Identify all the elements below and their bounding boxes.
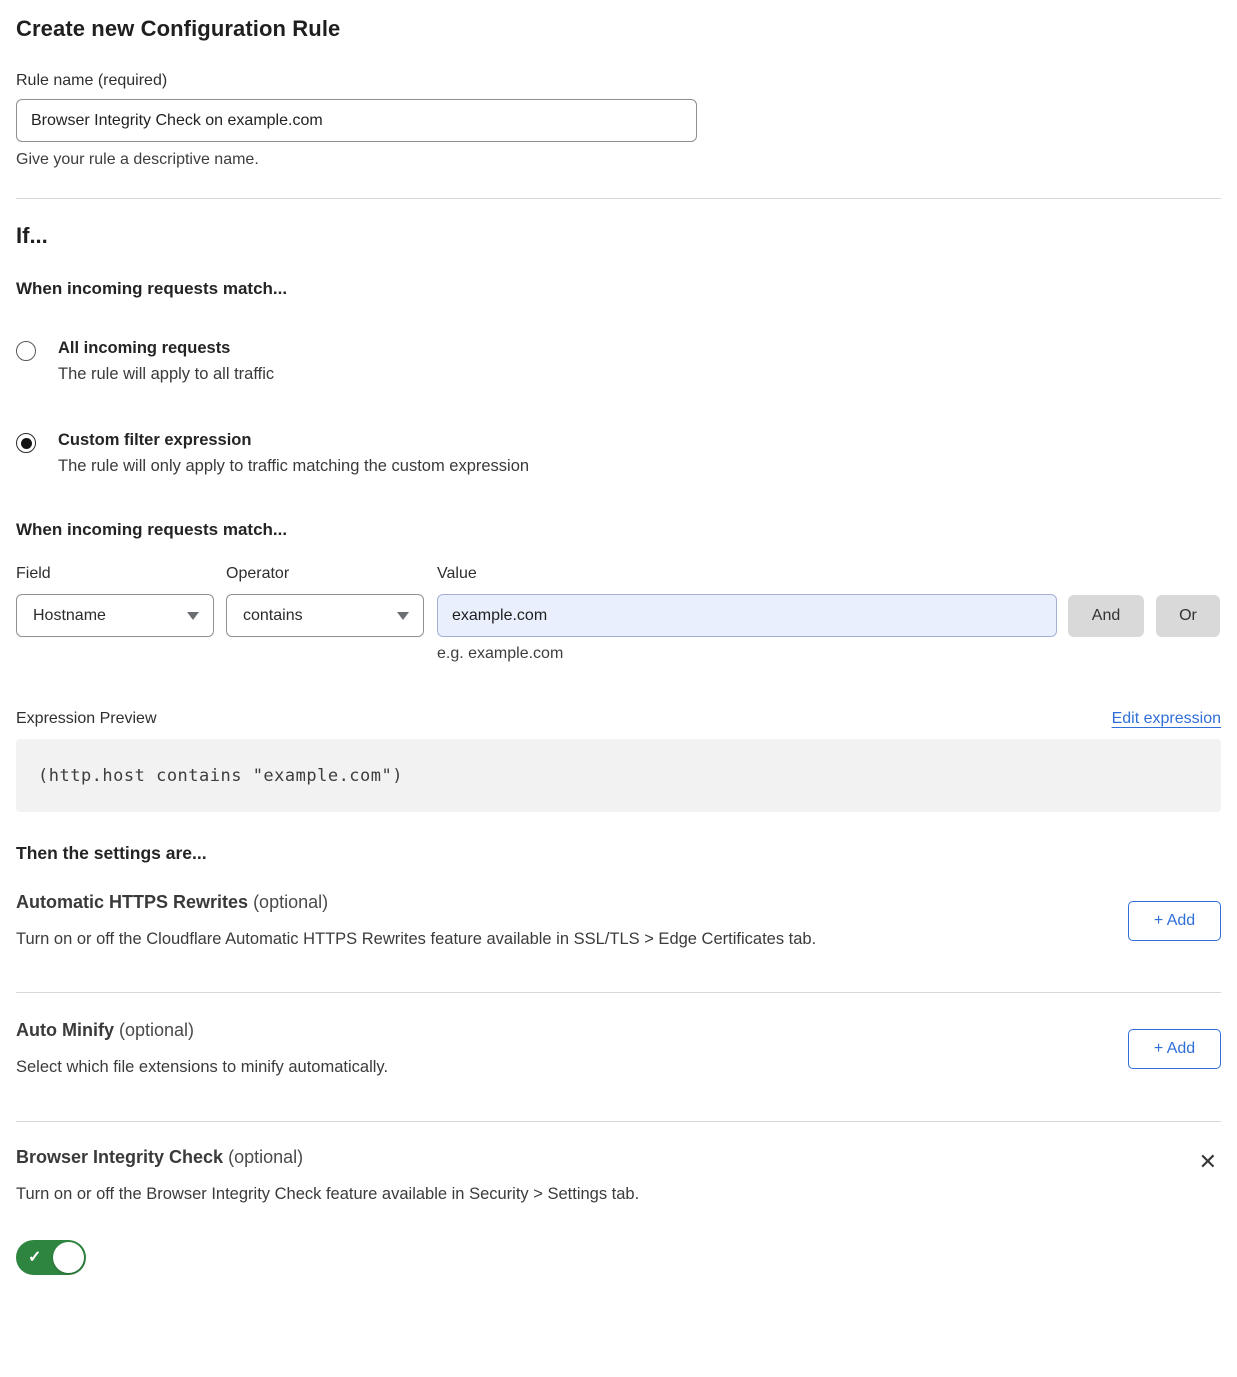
setting-title: Automatic HTTPS Rewrites (optional)	[16, 892, 816, 913]
operator-select[interactable]: contains	[226, 594, 424, 637]
expression-builder-row: Hostname contains And Or	[16, 594, 1221, 637]
radio-custom-filter-description: The rule will only apply to traffic matc…	[58, 457, 529, 476]
radio-option-all-requests[interactable]: All incoming requests The rule will appl…	[16, 339, 1221, 384]
radio-all-requests-icon[interactable]	[16, 341, 36, 361]
setting-description: Select which file extensions to minify a…	[16, 1058, 388, 1077]
and-button[interactable]: And	[1068, 595, 1144, 637]
radio-all-requests-description: The rule will apply to all traffic	[58, 365, 274, 384]
toggle-knob	[53, 1242, 84, 1273]
value-input[interactable]	[437, 594, 1057, 637]
rule-name-label: Rule name (required)	[16, 72, 1221, 90]
setting-automatic-https-rewrites: Automatic HTTPS Rewrites (optional) Turn…	[16, 892, 1221, 949]
value-helper-text: e.g. example.com	[437, 645, 1221, 663]
create-configuration-rule-page: Create new Configuration Rule Rule name …	[0, 0, 1237, 1377]
builder-heading: When incoming requests match...	[16, 520, 1221, 540]
operator-column-label: Operator	[226, 565, 437, 583]
expression-preview-box: (http.host contains "example.com")	[16, 739, 1221, 812]
edit-expression-link[interactable]: Edit expression	[1112, 710, 1221, 728]
add-automatic-https-rewrites-button[interactable]: + Add	[1128, 901, 1221, 941]
setting-description: Turn on or off the Cloudflare Automatic …	[16, 930, 816, 949]
setting-description: Turn on or off the Browser Integrity Che…	[16, 1185, 639, 1204]
setting-optional-label: (optional)	[119, 1020, 194, 1040]
expression-preview-label: Expression Preview	[16, 710, 157, 728]
value-column-label: Value	[437, 565, 1221, 583]
section-divider	[16, 1121, 1221, 1122]
setting-auto-minify: Auto Minify (optional) Select which file…	[16, 1020, 1221, 1077]
setting-title: Auto Minify (optional)	[16, 1020, 388, 1041]
radio-all-requests-label: All incoming requests	[58, 339, 274, 358]
check-icon: ✓	[28, 1247, 41, 1267]
setting-browser-integrity-check: Browser Integrity Check (optional) Turn …	[16, 1147, 1221, 1204]
rule-name-helper: Give your rule a descriptive name.	[16, 151, 1221, 169]
chevron-down-icon	[187, 612, 199, 620]
match-heading: When incoming requests match...	[16, 279, 1221, 299]
radio-custom-filter-icon[interactable]	[16, 433, 36, 453]
radio-custom-filter-label: Custom filter expression	[58, 431, 529, 450]
operator-select-value: contains	[243, 607, 303, 625]
browser-integrity-check-toggle[interactable]: ✓	[16, 1240, 86, 1275]
section-divider	[16, 992, 1221, 993]
setting-optional-label: (optional)	[253, 892, 328, 912]
builder-column-labels: Field Operator Value	[16, 565, 1221, 583]
field-select-value: Hostname	[33, 607, 106, 625]
close-icon[interactable]: ✕	[1195, 1149, 1221, 1175]
expression-preview-header: Expression Preview Edit expression	[16, 710, 1221, 728]
settings-heading: Then the settings are...	[16, 843, 1221, 864]
page-title: Create new Configuration Rule	[16, 16, 1221, 42]
radio-option-custom-filter[interactable]: Custom filter expression The rule will o…	[16, 431, 1221, 476]
or-button[interactable]: Or	[1156, 595, 1220, 637]
setting-optional-label: (optional)	[228, 1147, 303, 1167]
rule-name-input[interactable]	[16, 99, 697, 142]
section-divider	[16, 198, 1221, 199]
expression-code: (http.host contains "example.com")	[38, 766, 403, 786]
setting-title: Browser Integrity Check (optional)	[16, 1147, 639, 1168]
if-heading: If...	[16, 223, 1221, 249]
add-auto-minify-button[interactable]: + Add	[1128, 1029, 1221, 1069]
field-select[interactable]: Hostname	[16, 594, 214, 637]
field-column-label: Field	[16, 565, 226, 583]
chevron-down-icon	[397, 612, 409, 620]
